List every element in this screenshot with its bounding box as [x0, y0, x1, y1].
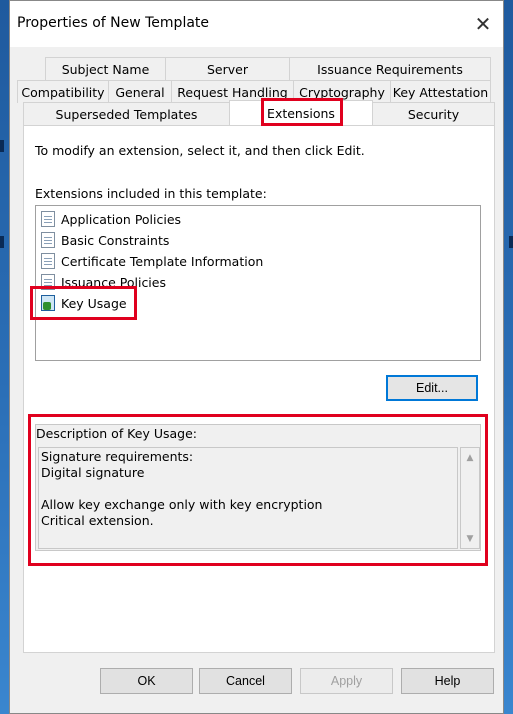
- description-text: Signature requirements: Digital signatur…: [38, 447, 458, 549]
- close-button[interactable]: ✕: [469, 10, 497, 38]
- title-bar: Properties of New Template ✕: [10, 1, 503, 47]
- desktop-edge-mark: [509, 236, 513, 248]
- extension-label: Application Policies: [61, 211, 182, 227]
- desktop-background-right: [503, 0, 513, 714]
- instruction-text: To modify an extension, select it, and t…: [35, 143, 365, 158]
- ok-button[interactable]: OK: [100, 668, 193, 694]
- tab-issuance-requirements[interactable]: Issuance Requirements: [289, 57, 491, 80]
- description-scrollbar[interactable]: ▲ ▼: [460, 447, 480, 549]
- key-usage-icon: [39, 294, 57, 312]
- scroll-up-icon[interactable]: ▲: [465, 453, 475, 463]
- tab-key-attestation[interactable]: Key Attestation: [390, 80, 491, 103]
- extension-label: Issuance Policies: [61, 274, 166, 290]
- certificate-extension-icon: [39, 252, 57, 270]
- extensions-list-label: Extensions included in this template:: [35, 186, 267, 201]
- list-item[interactable]: Issuance Policies: [39, 272, 166, 292]
- desktop-edge-mark: [0, 236, 4, 248]
- certificate-extension-icon: [39, 273, 57, 291]
- edit-button[interactable]: Edit...: [386, 375, 478, 401]
- description-group: Description of Key Usage: Signature requ…: [35, 424, 481, 551]
- cancel-button[interactable]: Cancel: [199, 668, 292, 694]
- properties-dialog: Properties of New Template ✕ Subject Nam…: [9, 0, 504, 714]
- tab-extensions[interactable]: Extensions: [229, 100, 373, 125]
- tab-general[interactable]: General: [108, 80, 172, 103]
- description-label: Description of Key Usage:: [36, 426, 197, 441]
- tab-server[interactable]: Server: [165, 57, 290, 80]
- extension-label: Basic Constraints: [61, 232, 170, 248]
- extensions-list[interactable]: Application Policies Basic Constraints C…: [35, 205, 481, 361]
- apply-button[interactable]: Apply: [300, 668, 393, 694]
- list-item-key-usage[interactable]: Key Usage: [39, 293, 127, 313]
- close-icon: ✕: [474, 12, 492, 36]
- certificate-extension-icon: [39, 210, 57, 228]
- scroll-down-icon[interactable]: ▼: [465, 534, 475, 544]
- list-item[interactable]: Basic Constraints: [39, 230, 169, 250]
- window-title: Properties of New Template: [17, 15, 210, 31]
- tab-subject-name[interactable]: Subject Name: [45, 57, 166, 80]
- help-button[interactable]: Help: [401, 668, 494, 694]
- list-item[interactable]: Certificate Template Information: [39, 251, 263, 271]
- extension-label: Certificate Template Information: [61, 253, 264, 269]
- extensions-tab-panel: To modify an extension, select it, and t…: [23, 125, 495, 653]
- tab-superseded-templates[interactable]: Superseded Templates: [23, 102, 230, 125]
- desktop-edge-mark: [0, 140, 4, 152]
- certificate-extension-icon: [39, 231, 57, 249]
- tab-compatibility[interactable]: Compatibility: [17, 80, 109, 103]
- extension-label: Key Usage: [61, 295, 127, 311]
- list-item[interactable]: Application Policies: [39, 209, 181, 229]
- tab-security[interactable]: Security: [372, 102, 495, 125]
